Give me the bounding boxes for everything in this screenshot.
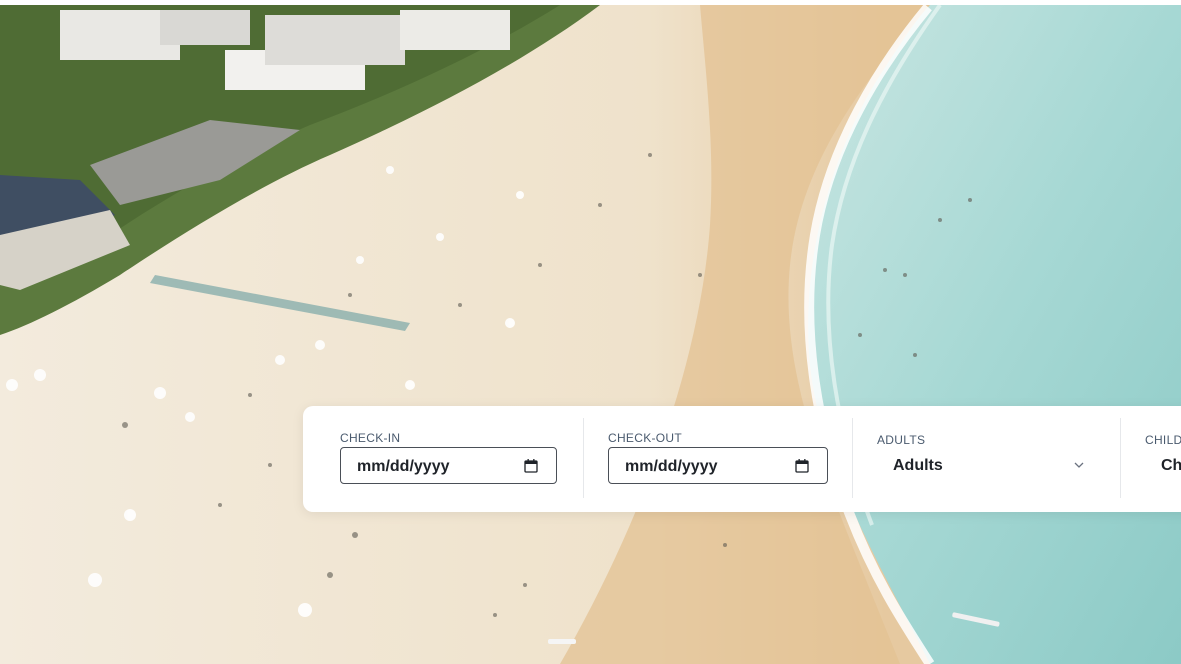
check-out-value: mm/dd/yyyy xyxy=(625,458,718,475)
check-in-label: CHECK-IN xyxy=(340,431,401,445)
check-in-field: CHECK-IN mm/dd/yyyy xyxy=(340,406,560,512)
adults-label: ADULTS xyxy=(877,433,926,447)
field-divider xyxy=(583,418,584,498)
children-select[interactable]: Children xyxy=(1145,447,1181,484)
booking-bar: CHECK-IN mm/dd/yyyy CHECK-OUT mm/dd/yyyy xyxy=(303,406,1181,512)
check-out-field: CHECK-OUT mm/dd/yyyy xyxy=(608,406,828,512)
calendar-icon[interactable] xyxy=(524,459,538,473)
hero-image xyxy=(0,5,1181,664)
children-value: Children xyxy=(1161,457,1181,474)
check-out-input[interactable]: mm/dd/yyyy xyxy=(608,447,828,484)
children-label: CHILDREN xyxy=(1145,433,1181,447)
adults-value: Adults xyxy=(893,457,943,474)
children-field: CHILDREN Children xyxy=(1145,406,1181,512)
check-in-input[interactable]: mm/dd/yyyy xyxy=(340,447,557,484)
adults-field: ADULTS Adults xyxy=(877,406,1097,512)
calendar-icon[interactable] xyxy=(795,459,809,473)
field-divider xyxy=(852,418,853,498)
adults-select[interactable]: Adults xyxy=(877,447,1094,484)
chevron-down-icon xyxy=(1074,462,1084,468)
check-in-value: mm/dd/yyyy xyxy=(357,458,450,475)
field-divider xyxy=(1120,418,1121,498)
check-out-label: CHECK-OUT xyxy=(608,431,683,445)
